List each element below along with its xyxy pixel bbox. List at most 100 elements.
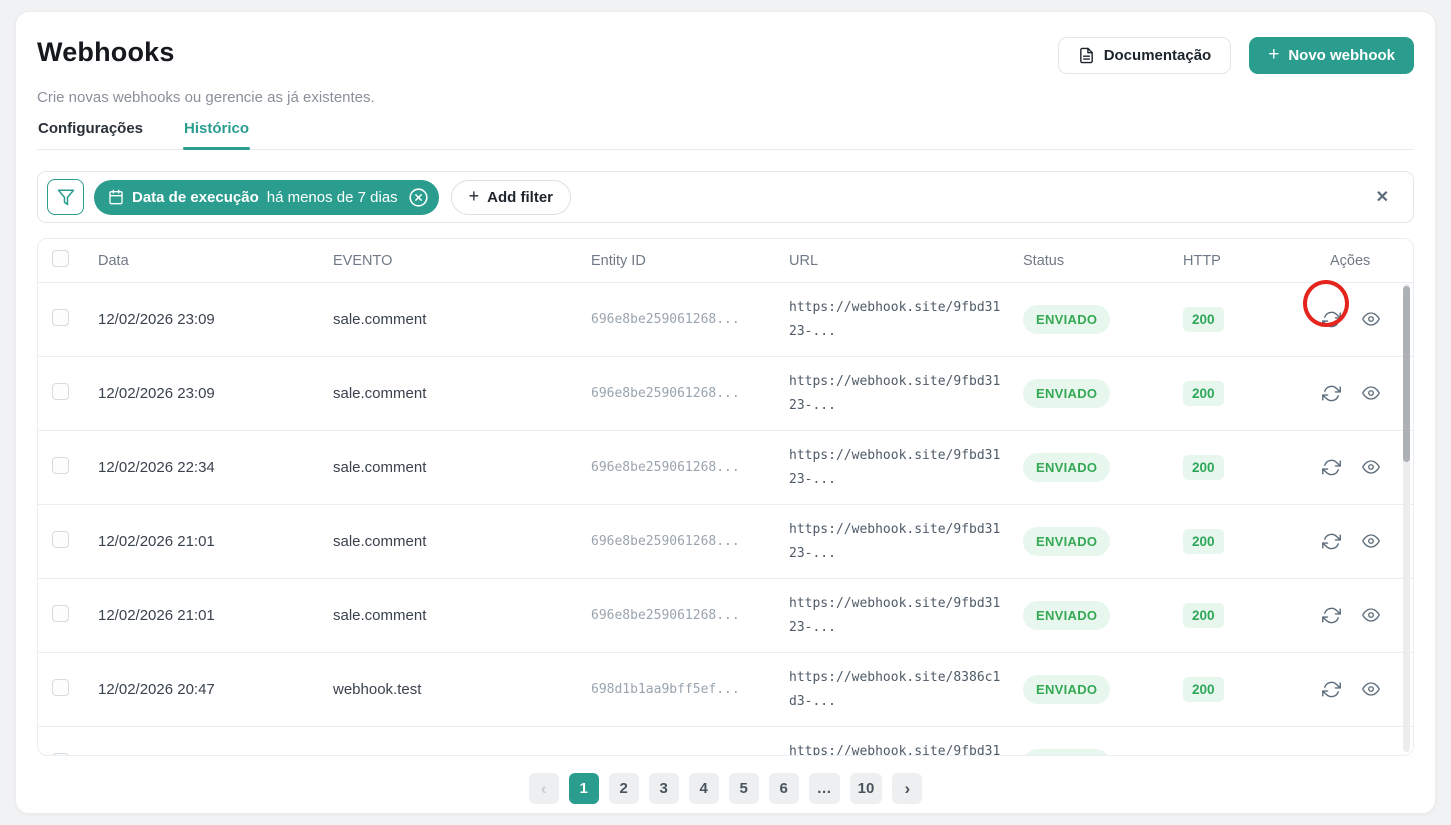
cell-checkbox bbox=[38, 530, 82, 553]
new-webhook-button[interactable]: + Novo webhook bbox=[1249, 37, 1414, 74]
resend-icon bbox=[1322, 680, 1341, 699]
row-checkbox[interactable] bbox=[52, 678, 69, 696]
cell-date: 12/02/2026 22:34 bbox=[98, 459, 215, 476]
http-badge: 200 bbox=[1183, 677, 1224, 702]
cell-http: 200 bbox=[1167, 381, 1314, 406]
filter-bar: Data de execução há menos de 7 dias + Ad… bbox=[37, 171, 1414, 223]
row-checkbox[interactable] bbox=[52, 604, 69, 622]
cell-http: 200 bbox=[1167, 677, 1314, 702]
tab-historico[interactable]: Histórico bbox=[183, 120, 251, 150]
resend-button[interactable] bbox=[1320, 382, 1343, 405]
column-header-data: Data bbox=[98, 252, 129, 269]
table-row: 12/02/2026 20:47 webhook.test 698d1b1aa9bf… bbox=[38, 652, 1413, 726]
cell-event: sale.comment bbox=[333, 459, 427, 476]
resend-button[interactable] bbox=[1320, 604, 1343, 627]
pagination-next[interactable]: › bbox=[892, 773, 923, 804]
pagination-page-1[interactable]: 1 bbox=[568, 773, 599, 804]
cell-checkbox bbox=[38, 752, 82, 755]
cell-url: https://webhook.site/8386c1d3-... bbox=[773, 666, 1007, 714]
pagination: ‹ 1 2 3 4 5 6 … 10 › bbox=[37, 773, 1414, 804]
cell-date: 12/02/2026 23:09 bbox=[98, 311, 215, 328]
cell-actions bbox=[1314, 382, 1413, 405]
resend-button[interactable] bbox=[1320, 678, 1343, 701]
resend-button[interactable] bbox=[1320, 456, 1343, 479]
plus-icon: + bbox=[1268, 44, 1280, 65]
pagination-page-10[interactable]: 10 bbox=[849, 773, 883, 804]
select-all-checkbox[interactable] bbox=[52, 250, 69, 267]
column-header-acoes: Ações bbox=[1330, 252, 1371, 269]
status-badge: ENVIADO bbox=[1023, 527, 1111, 556]
resend-button[interactable] bbox=[1320, 530, 1343, 553]
tab-configuracoes[interactable]: Configurações bbox=[37, 120, 144, 149]
pagination-page-5[interactable]: 5 bbox=[728, 773, 759, 804]
filter-button[interactable] bbox=[47, 179, 84, 215]
add-filter-label: Add filter bbox=[487, 188, 554, 206]
pagination-prev[interactable]: ‹ bbox=[528, 773, 559, 804]
filter-chip-condition: há menos de 7 dias bbox=[266, 188, 398, 206]
cell-event: sale.comment bbox=[333, 607, 427, 624]
documentation-button[interactable]: Documentação bbox=[1057, 37, 1232, 74]
status-badge: ENVIADO bbox=[1023, 379, 1111, 408]
resend-button[interactable] bbox=[1320, 752, 1343, 755]
eye-icon bbox=[1362, 680, 1380, 699]
eye-icon bbox=[1362, 458, 1380, 477]
cell-entity-id: 696e8be259061268... bbox=[591, 608, 740, 623]
status-badge: ENVIADO bbox=[1023, 453, 1111, 482]
pagination-page-2[interactable]: 2 bbox=[608, 773, 639, 804]
resend-icon bbox=[1322, 532, 1341, 551]
pagination-page-3[interactable]: 3 bbox=[648, 773, 679, 804]
page-subtitle: Crie novas webhooks ou gerencie as já ex… bbox=[37, 89, 375, 106]
cell-event: sale.comment bbox=[333, 385, 427, 402]
http-badge: 200 bbox=[1183, 307, 1224, 332]
cell-entity-id: 696e8be259061268... bbox=[591, 534, 740, 549]
status-badge: ENVIADO bbox=[1023, 675, 1111, 704]
pagination-ellipsis[interactable]: … bbox=[808, 773, 840, 804]
cell-date: 12/02/2026 21:01 bbox=[98, 607, 215, 624]
remove-filter-icon[interactable] bbox=[408, 187, 429, 208]
cell-http: 200 bbox=[1167, 455, 1314, 480]
close-filter-bar-icon[interactable]: ✕ bbox=[1376, 187, 1389, 207]
status-badge: ENVIADO bbox=[1023, 749, 1111, 755]
row-checkbox[interactable] bbox=[52, 752, 69, 755]
table-row: 12/02/2026 23:09 sale.comment 696e8be25906… bbox=[38, 356, 1413, 430]
view-button[interactable] bbox=[1360, 530, 1382, 553]
pagination-page-6[interactable]: 6 bbox=[768, 773, 799, 804]
view-button[interactable] bbox=[1360, 752, 1382, 755]
row-checkbox[interactable] bbox=[52, 456, 69, 474]
top-actions: Documentação + Novo webhook bbox=[1057, 37, 1414, 74]
cell-url: https://webhook.site/9fbd3123-... bbox=[773, 370, 1007, 418]
table-row: 12/02/2026 22:34 sale.comment 696e8be25906… bbox=[38, 430, 1413, 504]
cell-status: ENVIADO bbox=[1007, 675, 1167, 704]
eye-icon bbox=[1362, 532, 1380, 551]
filter-chip[interactable]: Data de execução há menos de 7 dias bbox=[94, 179, 439, 215]
http-badge: 200 bbox=[1183, 603, 1224, 628]
view-button[interactable] bbox=[1360, 308, 1382, 331]
view-button[interactable] bbox=[1360, 604, 1382, 627]
view-button[interactable] bbox=[1360, 456, 1382, 479]
eye-icon bbox=[1362, 754, 1380, 755]
view-button[interactable] bbox=[1360, 678, 1382, 701]
view-button[interactable] bbox=[1360, 382, 1382, 405]
topbar: Webhooks Documentação + Novo webhook bbox=[37, 37, 1414, 74]
row-checkbox[interactable] bbox=[52, 382, 69, 400]
cell-status: ENVIADO bbox=[1007, 749, 1167, 755]
eye-icon bbox=[1362, 384, 1380, 403]
cell-http: 200 bbox=[1167, 307, 1314, 332]
cell-http: 200 bbox=[1167, 603, 1314, 628]
cell-event: webhook.test bbox=[333, 681, 422, 698]
eye-icon bbox=[1362, 310, 1380, 329]
cell-entity-id: 698d1b1aa9bff5ef... bbox=[591, 682, 740, 697]
add-filter-button[interactable]: + Add filter bbox=[450, 179, 572, 215]
column-header-url: URL bbox=[789, 252, 819, 269]
cell-actions bbox=[1314, 530, 1413, 553]
row-checkbox[interactable] bbox=[52, 308, 69, 326]
column-header-status: Status bbox=[1023, 252, 1065, 269]
status-badge: ENVIADO bbox=[1023, 601, 1111, 630]
pagination-page-4[interactable]: 4 bbox=[688, 773, 719, 804]
scrollbar-thumb[interactable] bbox=[1403, 286, 1410, 462]
scrollbar-track[interactable] bbox=[1403, 284, 1410, 752]
webhooks-panel: Webhooks Documentação + Novo webhook Cri… bbox=[15, 11, 1436, 814]
cell-status: ENVIADO bbox=[1007, 453, 1167, 482]
row-checkbox[interactable] bbox=[52, 530, 69, 548]
resend-button[interactable] bbox=[1320, 308, 1343, 331]
